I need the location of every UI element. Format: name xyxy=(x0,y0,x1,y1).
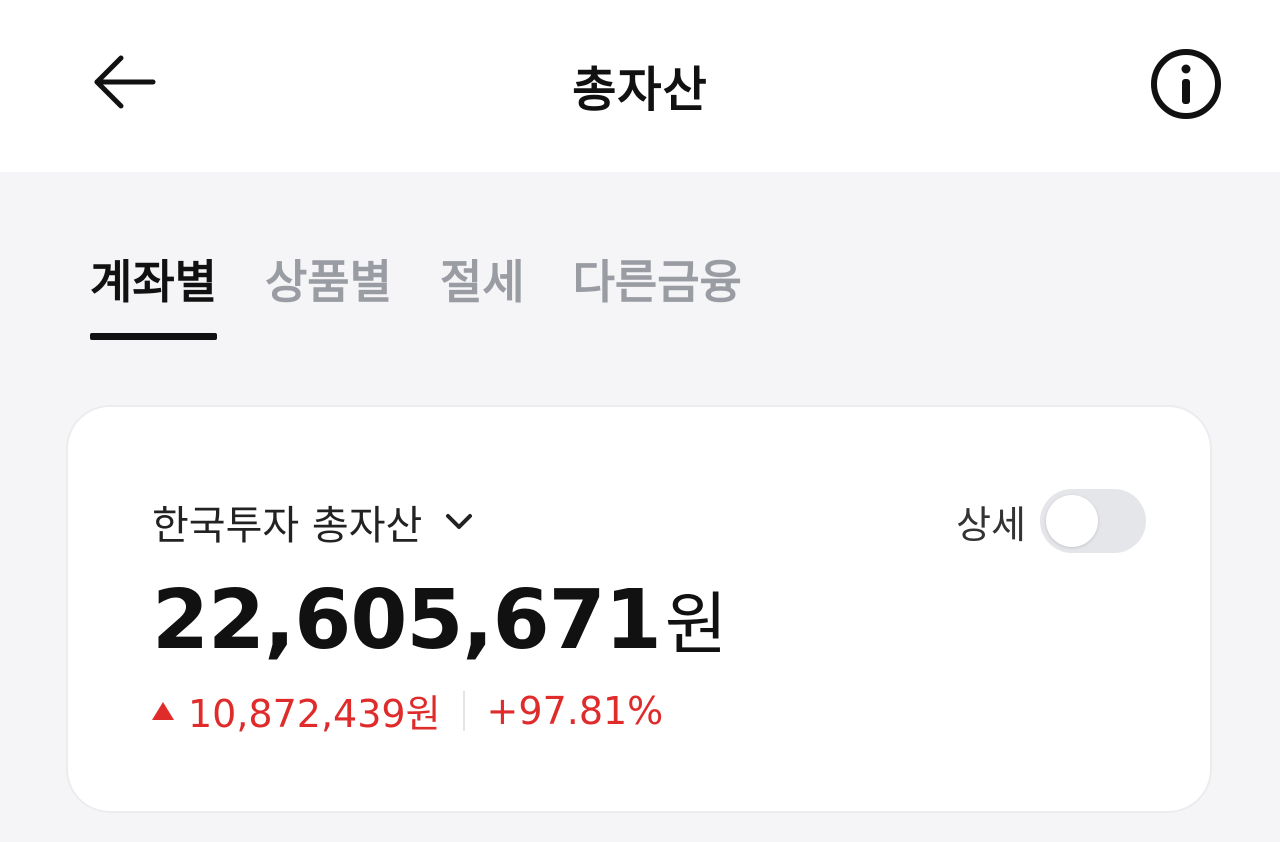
divider xyxy=(462,690,465,731)
account-name: 한국투자 총자산 xyxy=(152,503,423,549)
detail-toggle-group: 상세 xyxy=(956,489,1146,553)
change-amount: 10,872,439원 xyxy=(188,692,441,736)
tab-by-account[interactable]: 계좌별 xyxy=(90,246,217,340)
total-amount-row: 22,605,671 원 xyxy=(152,569,727,668)
total-assets-card: 한국투자 총자산 상세 22,605,671 원 10,872,439원 +97… xyxy=(66,405,1212,813)
toggle-knob xyxy=(1046,495,1098,547)
tab-other-finance[interactable]: 다른금융 xyxy=(573,246,742,340)
detail-label: 상세 xyxy=(956,502,1026,547)
chevron-down-icon xyxy=(446,514,473,529)
account-selector[interactable]: 한국투자 총자산 xyxy=(152,493,474,551)
page-title: 총자산 xyxy=(572,62,708,118)
change-rate: +97.81% xyxy=(486,688,664,733)
info-button[interactable] xyxy=(1148,46,1224,122)
total-amount: 22,605,671 xyxy=(152,573,662,668)
tab-by-product[interactable]: 상품별 xyxy=(265,246,392,340)
asset-tabs: 계좌별 상품별 절세 다른금융 xyxy=(90,246,742,340)
total-amount-unit: 원 xyxy=(664,586,728,665)
detail-toggle[interactable] xyxy=(1040,489,1146,553)
change-row: 10,872,439원 +97.81% xyxy=(152,683,663,738)
info-circle-icon xyxy=(1151,49,1221,119)
triangle-up-icon xyxy=(152,701,174,720)
top-bar: 총자산 xyxy=(0,0,1280,172)
tab-tax-saving[interactable]: 절세 xyxy=(440,246,525,340)
